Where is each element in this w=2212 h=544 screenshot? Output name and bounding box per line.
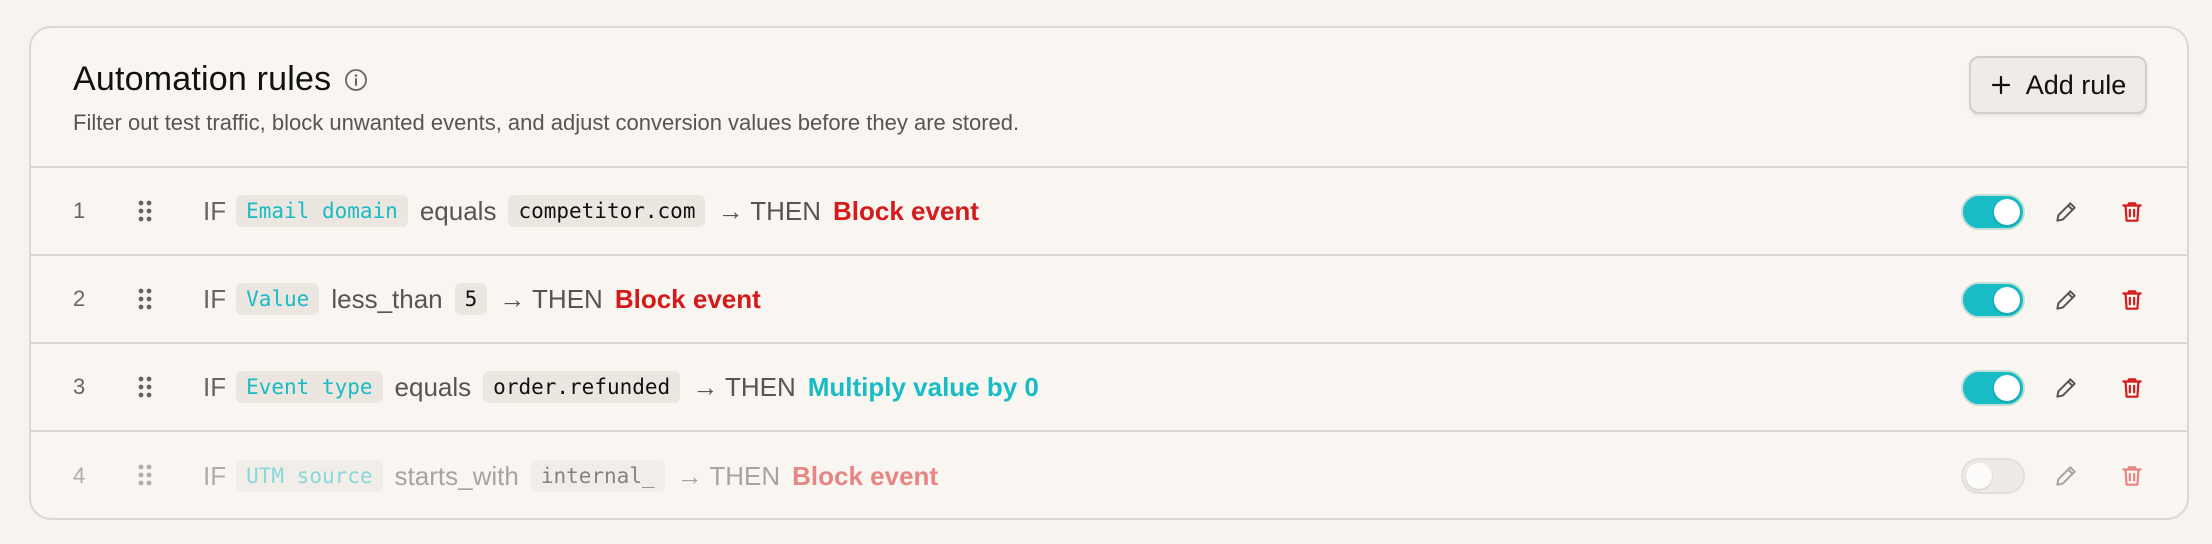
rule-number: 1 xyxy=(73,198,86,223)
if-keyword: IF xyxy=(203,460,227,491)
pencil-icon[interactable] xyxy=(2053,375,2079,401)
condition-field: Email domain xyxy=(236,195,408,227)
condition-field: UTM source xyxy=(236,460,383,492)
info-icon[interactable] xyxy=(343,67,369,93)
condition-operator: less_than xyxy=(331,283,443,314)
then-keyword: → THEN xyxy=(499,283,603,314)
rule-enabled-toggle[interactable] xyxy=(1961,282,2025,318)
rule-action: Multiply value by 0 xyxy=(807,371,1039,402)
trash-icon[interactable] xyxy=(2119,287,2145,313)
drag-handle-icon[interactable] xyxy=(137,463,153,487)
rule-enabled-toggle[interactable] xyxy=(1961,370,2025,406)
drag-handle-icon[interactable] xyxy=(137,287,153,311)
rule-action: Block event xyxy=(614,283,761,314)
automation-rules-card: Automation rules Filter out test traffic… xyxy=(29,26,2189,520)
toggle-knob xyxy=(1994,375,2020,401)
condition-value: internal_ xyxy=(530,460,665,492)
rule-enabled-toggle[interactable] xyxy=(1961,194,2025,230)
rule-row: 3 IF Event type equals order.refunded → … xyxy=(31,344,2187,432)
toggle-knob xyxy=(1966,463,1992,489)
drag-handle-icon[interactable] xyxy=(137,375,153,399)
card-header: Automation rules Filter out test traffic… xyxy=(31,28,2187,168)
add-rule-button[interactable]: Add rule xyxy=(1969,56,2147,114)
then-keyword: → THEN xyxy=(676,460,781,491)
toggle-knob xyxy=(1994,287,2020,313)
if-keyword: IF xyxy=(203,195,227,226)
condition-value: competitor.com xyxy=(508,195,706,227)
rule-number: 4 xyxy=(73,463,86,488)
pencil-icon[interactable] xyxy=(2053,199,2079,225)
rule-row: 1 IF Email domain equals competitor.com … xyxy=(31,168,2187,256)
rule-expression: IF Value less_than 5 → THEN Block event xyxy=(203,283,761,315)
condition-value: 5 xyxy=(454,283,488,315)
trash-icon[interactable] xyxy=(2119,463,2145,489)
title-row: Automation rules xyxy=(73,60,369,99)
trash-icon[interactable] xyxy=(2119,199,2145,225)
condition-value: order.refunded xyxy=(483,371,681,403)
condition-operator: starts_with xyxy=(394,460,519,491)
rule-number: 2 xyxy=(73,286,86,311)
rule-expression: IF Event type equals order.refunded → TH… xyxy=(203,371,1039,403)
rule-row: 2 IF Value less_than 5 → THEN Block even… xyxy=(31,256,2187,344)
rule-expression: IF Email domain equals competitor.com → … xyxy=(203,195,979,227)
condition-operator: equals xyxy=(394,371,472,402)
rule-expression: IF UTM source starts_with internal_ → TH… xyxy=(203,460,938,492)
drag-handle-icon[interactable] xyxy=(137,199,153,223)
rule-action: Block event xyxy=(833,195,979,226)
then-keyword: → THEN xyxy=(717,195,821,226)
add-rule-label: Add rule xyxy=(2025,69,2127,100)
page-subtitle: Filter out test traffic, block unwanted … xyxy=(73,110,1020,135)
then-keyword: → THEN xyxy=(692,371,796,402)
pencil-icon[interactable] xyxy=(2053,287,2079,313)
if-keyword: IF xyxy=(203,371,227,402)
condition-operator: equals xyxy=(419,195,497,226)
toggle-knob xyxy=(1994,199,2020,225)
rule-row: 4 IF UTM source starts_with internal_ → … xyxy=(31,432,2187,518)
rules-list: 1 IF Email domain equals competitor.com … xyxy=(31,168,2187,518)
rule-enabled-toggle[interactable] xyxy=(1961,458,2025,494)
if-keyword: IF xyxy=(203,283,227,314)
condition-field: Value xyxy=(236,283,320,315)
plus-icon xyxy=(1990,74,2012,96)
pencil-icon[interactable] xyxy=(2053,463,2079,489)
page-title: Automation rules xyxy=(73,60,332,98)
trash-icon[interactable] xyxy=(2119,375,2145,401)
rule-action: Block event xyxy=(792,460,939,491)
rule-number: 3 xyxy=(73,374,86,399)
condition-field: Event type xyxy=(236,371,383,403)
